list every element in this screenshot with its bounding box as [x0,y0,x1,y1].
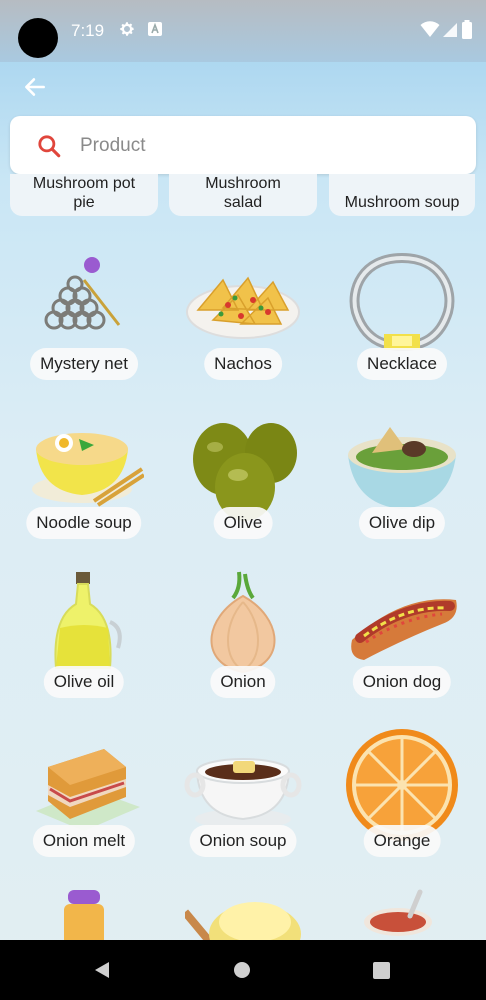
keyboard-a-icon [148,22,162,36]
grid-item-onion[interactable]: Onion [168,568,318,718]
grid-item-noodle-soup[interactable]: Noodle soup [9,409,159,559]
item-label: Mushroom soup [344,194,460,211]
item-label: Necklace [357,348,447,380]
soup-cup-icon [364,889,432,936]
nav-back-icon[interactable] [92,960,112,980]
grid-item-necklace[interactable]: Necklace [327,250,477,400]
item-label-line2: pie [73,194,95,211]
juice-bottle-icon [64,890,104,940]
settings-gear-icon [120,22,134,36]
nav-home-icon[interactable] [233,961,251,979]
search-bar[interactable] [10,116,476,174]
search-icon [38,135,61,158]
item-label: Onion melt [32,825,136,857]
item-label: Nachos [204,348,282,380]
item-label: Olive oil [43,666,125,698]
pancake-butter-icon [185,902,301,940]
grid-item-mushroom-soup[interactable]: Mushroom soup [329,174,475,216]
item-label: Olive dip [358,507,446,539]
grid-item-orange[interactable]: Orange [327,727,477,877]
status-time: 7:19 [71,21,105,40]
wifi-icon [420,21,440,37]
grid-item-nachos[interactable]: Nachos [168,250,318,400]
grid-item-mushroom-pot-pie[interactable]: Mushroom pot pie [10,174,158,216]
grid-item-olive-oil[interactable]: Olive oil [9,568,159,718]
nav-recents-icon[interactable] [373,962,390,979]
product-grid: Mushroom pot pie Mushroom salad Mushroom… [0,174,486,940]
item-label: Mushroom pot [32,175,136,192]
grid-item-olive-dip[interactable]: Olive dip [327,409,477,559]
item-label: Mushroom [205,175,281,192]
top-app-bar [0,62,486,112]
cellular-signal-icon [443,23,457,37]
item-label: Onion [210,666,276,698]
search-input[interactable] [78,130,462,162]
grid-item-onion-melt[interactable]: Onion melt [9,727,159,877]
grid-item-olive[interactable]: Olive [168,409,318,559]
item-label: Onion soup [189,825,297,857]
grid-item-mystery-net[interactable]: Mystery net [9,250,159,400]
back-arrow-icon[interactable] [22,74,48,100]
item-label: Mystery net [30,348,138,380]
item-label-line2: salad [223,194,263,211]
item-label: Orange [363,825,441,857]
item-label: Noodle soup [26,507,142,539]
grid-item-onion-dog[interactable]: Onion dog [327,568,477,718]
grid-item-mushroom-salad[interactable]: Mushroom salad [169,174,317,216]
status-bar: 7:19 [0,0,486,62]
item-label: Onion dog [352,666,452,698]
grid-item-onion-soup[interactable]: Onion soup [168,727,318,877]
battery-icon [462,20,472,39]
item-label: Olive [213,507,273,539]
navigation-bar [0,940,486,1000]
camera-cutout [18,18,58,58]
